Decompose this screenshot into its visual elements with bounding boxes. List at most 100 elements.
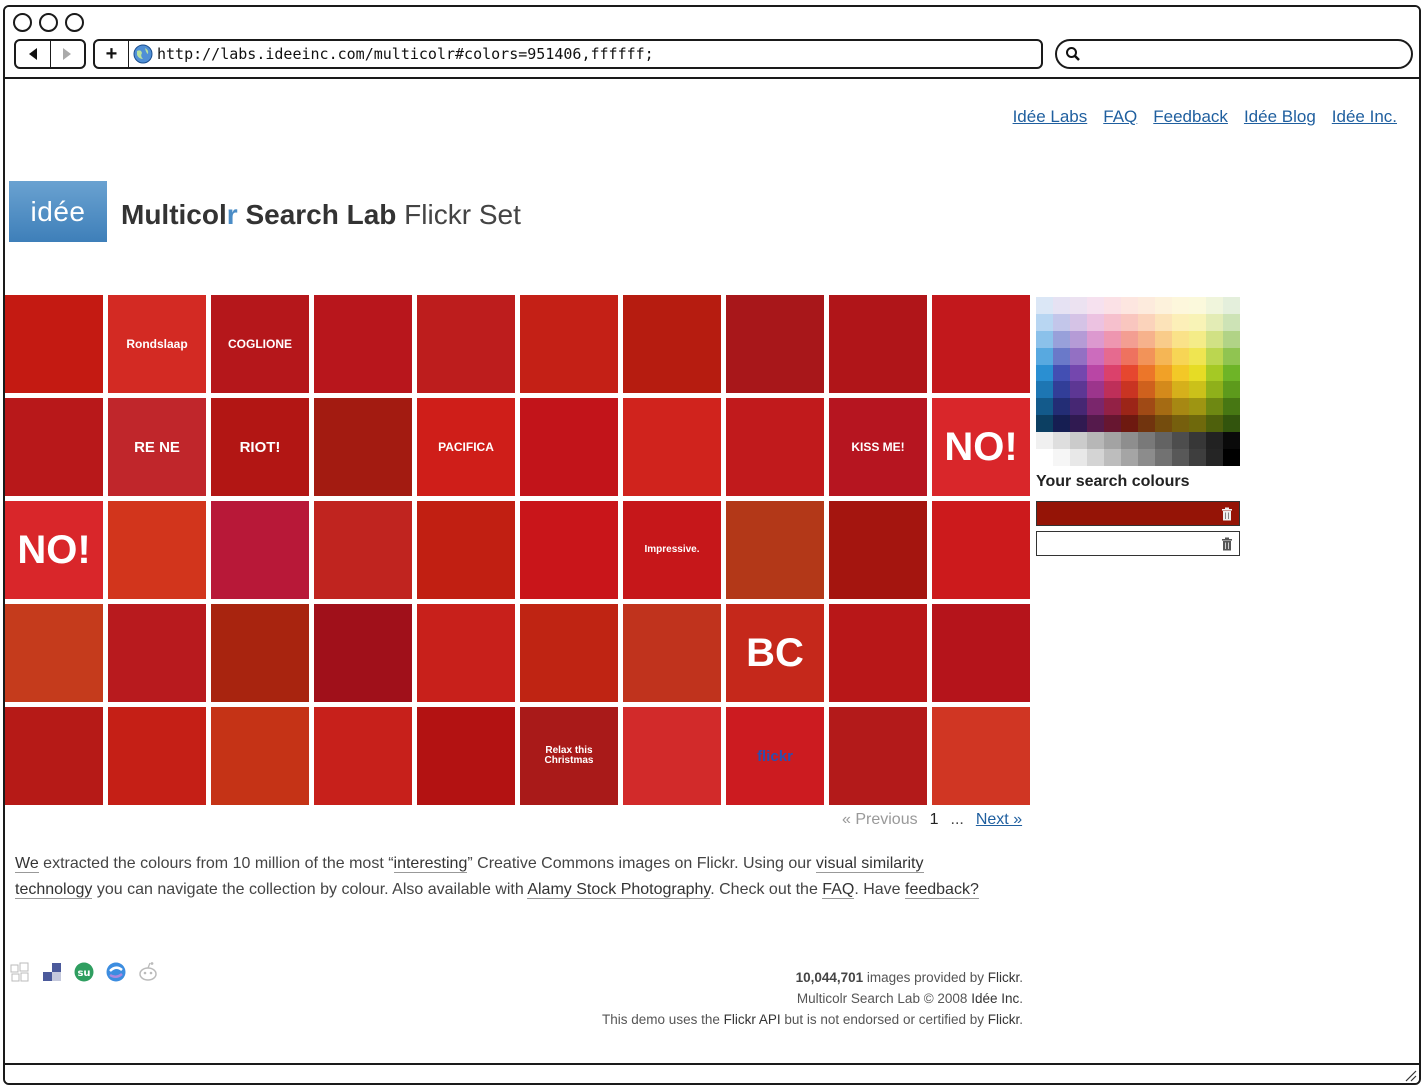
palette-colour-cell[interactable] — [1053, 398, 1070, 416]
palette-colour-cell[interactable] — [1138, 364, 1155, 382]
resize-grip-icon[interactable] — [1403, 1068, 1417, 1082]
palette-colour-cell[interactable] — [1206, 330, 1223, 348]
result-thumbnail[interactable]: BC — [726, 604, 824, 702]
palette-colour-cell[interactable] — [1121, 432, 1138, 450]
palette-colour-cell[interactable] — [1036, 364, 1053, 382]
palette-colour-cell[interactable] — [1206, 432, 1223, 450]
palette-colour-cell[interactable] — [1223, 381, 1240, 399]
palette-colour-cell[interactable] — [1036, 398, 1053, 416]
palette-colour-cell[interactable] — [1155, 432, 1172, 450]
result-thumbnail[interactable] — [5, 604, 103, 702]
palette-colour-cell[interactable] — [1053, 297, 1070, 314]
close-window-button[interactable] — [13, 13, 32, 32]
palette-colour-cell[interactable] — [1070, 330, 1087, 348]
palette-colour-cell[interactable] — [1155, 297, 1172, 314]
palette-colour-cell[interactable] — [1155, 364, 1172, 382]
result-thumbnail[interactable] — [211, 501, 309, 599]
nav-link-feedback[interactable]: Feedback — [1153, 107, 1228, 127]
palette-colour-cell[interactable] — [1087, 347, 1104, 365]
next-page-link[interactable]: Next » — [976, 811, 1022, 829]
palette-colour-cell[interactable] — [1138, 449, 1155, 466]
palette-colour-cell[interactable] — [1138, 297, 1155, 314]
palette-colour-cell[interactable] — [1121, 398, 1138, 416]
previous-page-link[interactable]: « Previous — [842, 811, 918, 829]
palette-colour-cell[interactable] — [1189, 330, 1206, 348]
result-thumbnail[interactable] — [932, 501, 1030, 599]
result-thumbnail[interactable]: Rondslaap — [108, 295, 206, 393]
result-thumbnail[interactable] — [417, 604, 515, 702]
result-thumbnail[interactable]: Relax this Christmas — [520, 707, 618, 805]
palette-colour-cell[interactable] — [1104, 313, 1121, 331]
palette-colour-cell[interactable] — [1172, 398, 1189, 416]
result-thumbnail[interactable] — [726, 398, 824, 496]
address-bar[interactable]: + http://labs.ideeinc.com/multicolr#colo… — [93, 39, 1043, 69]
nav-link-idee-blog[interactable]: Idée Blog — [1244, 107, 1316, 127]
palette-colour-cell[interactable] — [1155, 347, 1172, 365]
result-thumbnail[interactable] — [5, 295, 103, 393]
palette-colour-cell[interactable] — [1087, 364, 1104, 382]
palette-colour-cell[interactable] — [1121, 415, 1138, 433]
palette-colour-cell[interactable] — [1223, 449, 1240, 466]
palette-colour-cell[interactable] — [1070, 313, 1087, 331]
browser-search-field[interactable] — [1055, 39, 1413, 69]
palette-colour-cell[interactable] — [1138, 381, 1155, 399]
result-thumbnail[interactable] — [520, 501, 618, 599]
palette-colour-cell[interactable] — [1087, 449, 1104, 466]
idee-logo[interactable]: idée — [9, 181, 107, 242]
result-thumbnail[interactable] — [932, 707, 1030, 805]
palette-colour-cell[interactable] — [1223, 330, 1240, 348]
technorati-icon[interactable] — [105, 961, 127, 983]
facebook-icon[interactable] — [41, 961, 63, 983]
palette-colour-cell[interactable] — [1087, 381, 1104, 399]
palette-colour-cell[interactable] — [1172, 347, 1189, 365]
result-thumbnail[interactable] — [5, 398, 103, 496]
palette-colour-cell[interactable] — [1206, 313, 1223, 331]
palette-colour-cell[interactable] — [1138, 313, 1155, 331]
back-button[interactable] — [16, 41, 50, 67]
result-thumbnail[interactable] — [932, 604, 1030, 702]
palette-colour-cell[interactable] — [1172, 449, 1189, 466]
palette-colour-cell[interactable] — [1121, 313, 1138, 331]
search-colour-swatch-2[interactable] — [1036, 531, 1240, 556]
palette-colour-cell[interactable] — [1070, 449, 1087, 466]
palette-colour-cell[interactable] — [1121, 449, 1138, 466]
result-thumbnail[interactable] — [829, 295, 927, 393]
result-thumbnail[interactable] — [211, 707, 309, 805]
result-thumbnail[interactable] — [623, 707, 721, 805]
palette-colour-cell[interactable] — [1172, 364, 1189, 382]
palette-colour-cell[interactable] — [1121, 297, 1138, 314]
palette-colour-cell[interactable] — [1070, 398, 1087, 416]
result-thumbnail[interactable] — [829, 604, 927, 702]
result-thumbnail[interactable] — [108, 604, 206, 702]
palette-colour-cell[interactable] — [1155, 313, 1172, 331]
result-thumbnail[interactable] — [314, 604, 412, 702]
result-thumbnail[interactable] — [314, 295, 412, 393]
palette-colour-cell[interactable] — [1155, 398, 1172, 416]
palette-colour-cell[interactable] — [1223, 432, 1240, 450]
result-thumbnail[interactable] — [623, 295, 721, 393]
minimize-window-button[interactable] — [39, 13, 58, 32]
result-thumbnail[interactable] — [314, 398, 412, 496]
palette-colour-cell[interactable] — [1172, 313, 1189, 331]
feedback-link[interactable]: feedback? — [905, 881, 979, 899]
flickr-link-1[interactable]: Flickr — [988, 970, 1020, 985]
palette-colour-cell[interactable] — [1155, 415, 1172, 433]
faq-link[interactable]: FAQ — [822, 881, 855, 899]
palette-colour-cell[interactable] — [1121, 381, 1138, 399]
palette-colour-cell[interactable] — [1223, 313, 1240, 331]
palette-colour-cell[interactable] — [1104, 381, 1121, 399]
palette-colour-cell[interactable] — [1104, 449, 1121, 466]
add-bookmark-button[interactable]: + — [95, 41, 129, 67]
palette-colour-cell[interactable] — [1206, 364, 1223, 382]
palette-colour-cell[interactable] — [1087, 330, 1104, 348]
palette-colour-cell[interactable] — [1138, 347, 1155, 365]
palette-colour-cell[interactable] — [1104, 330, 1121, 348]
palette-colour-cell[interactable] — [1155, 381, 1172, 399]
idee-inc-link[interactable]: Idée Inc — [971, 991, 1019, 1006]
palette-colour-cell[interactable] — [1155, 330, 1172, 348]
palette-colour-cell[interactable] — [1104, 364, 1121, 382]
we-link[interactable]: We — [15, 855, 39, 873]
result-thumbnail[interactable]: RIOT! — [211, 398, 309, 496]
palette-colour-cell[interactable] — [1104, 347, 1121, 365]
flickr-link-2[interactable]: Flickr — [988, 1012, 1020, 1027]
